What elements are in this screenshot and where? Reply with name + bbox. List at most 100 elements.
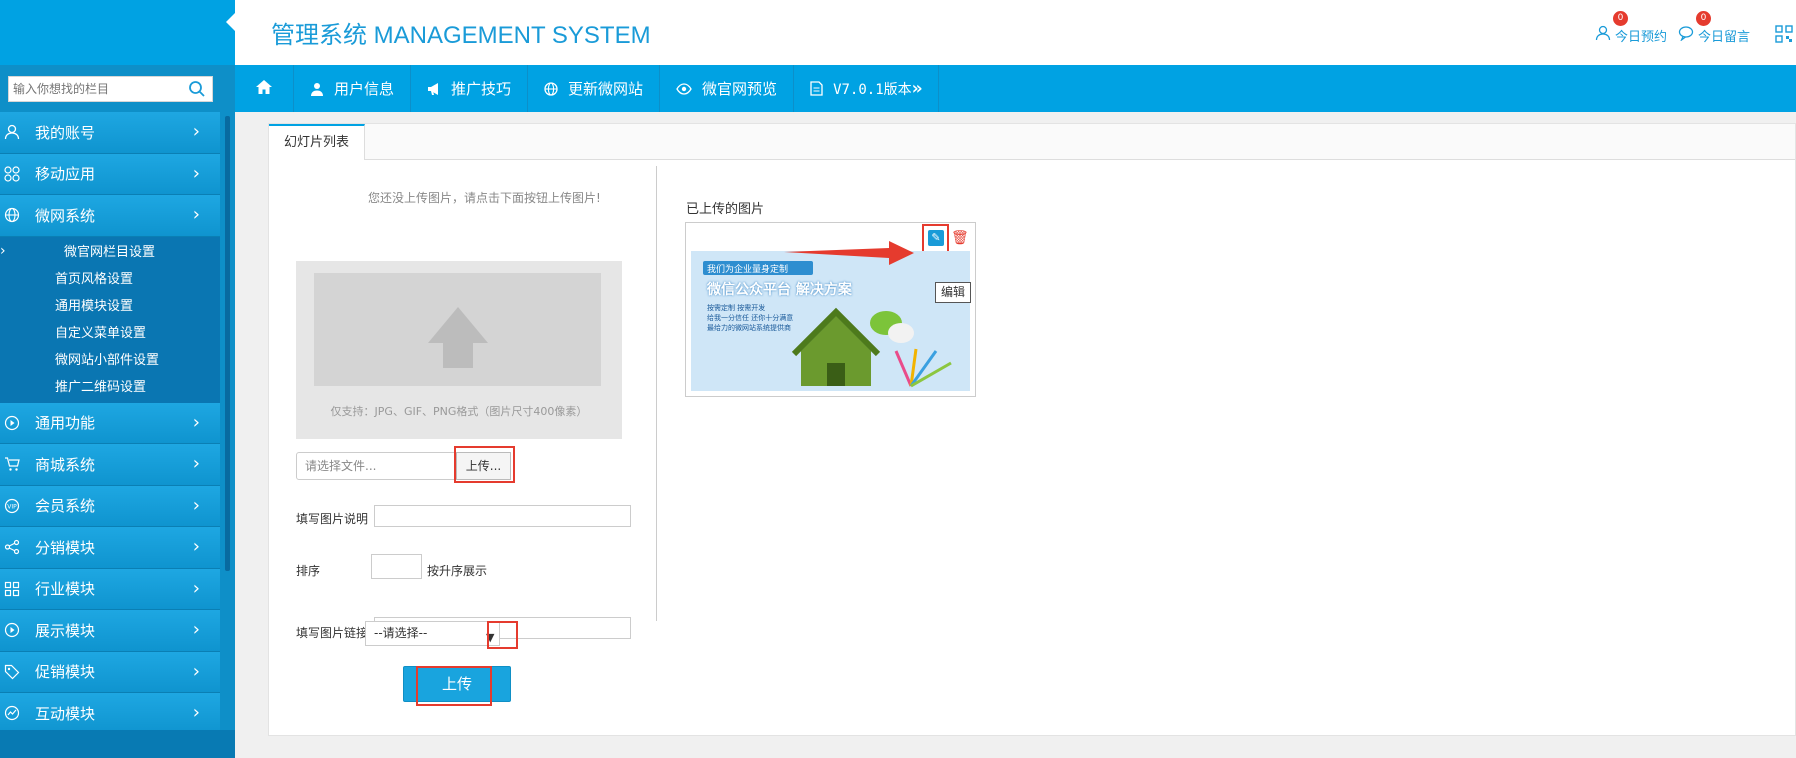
sidebar-item-label: 互动模块: [35, 704, 96, 723]
highlight-box: [416, 666, 492, 706]
cart-icon: [2, 454, 22, 474]
nav-home[interactable]: [235, 65, 294, 112]
upload-arrow-icon: [428, 307, 488, 343]
edit-tooltip: 编辑: [935, 282, 972, 303]
highlight-box: [487, 621, 518, 649]
uploaded-images-label: 已上传的图片: [686, 202, 765, 217]
top-navbar: 用户信息 推广技巧 更新微网站 微官网预览 V7.0.1版本 »: [235, 65, 1796, 112]
nav-site-preview[interactable]: 微官网预览: [660, 65, 795, 112]
page-title: 管理系统 MANAGEMENT SYSTEM: [271, 22, 651, 49]
link-label: 今日留言: [1698, 29, 1751, 45]
tab-slide-list[interactable]: 幻灯片列表: [269, 124, 366, 160]
search-icon[interactable]: [188, 80, 206, 98]
nav-promotion-tips[interactable]: 推广技巧: [411, 65, 529, 112]
sidebar-item-label: 展示模块: [35, 621, 96, 640]
chevron-right-icon: ›: [192, 494, 200, 516]
nav-version[interactable]: V7.0.1版本 »: [794, 65, 940, 112]
link-label: 今日预约: [1615, 29, 1668, 45]
sidebar: 我的账号 › 移动应用 › 微网系统 › 微官网栏目设置 首页风格设置 通用模块…: [0, 0, 236, 758]
desc-input[interactable]: [374, 505, 631, 527]
sidebar-item-industry[interactable]: 行业模块 ›: [0, 568, 220, 610]
search-box[interactable]: [8, 76, 213, 102]
sidebar-item-label: 移动应用: [35, 165, 96, 184]
sidebar-item-distribution[interactable]: 分销模块 ›: [0, 527, 220, 569]
sidebar-item-label: 商城系统: [35, 455, 96, 474]
user-icon: [2, 122, 22, 142]
chevron-right-icon: ›: [192, 536, 200, 557]
trash-icon[interactable]: 🗑: [951, 231, 969, 246]
sidebar-item-account[interactable]: 我的账号 ›: [0, 112, 220, 154]
nav-update-site[interactable]: 更新微网站: [528, 65, 661, 112]
upload-arrow-stem: [443, 343, 473, 368]
sidebar-item-common[interactable]: 通用功能 ›: [0, 402, 220, 444]
nav-label: 微官网预览: [702, 80, 778, 98]
qrcode-icon[interactable]: [1775, 25, 1793, 43]
sub-item-qrcode[interactable]: 推广二维码设置: [0, 374, 220, 401]
nav-label: 用户信息: [334, 80, 395, 98]
highlight-box: [454, 446, 515, 483]
chevron-right-icon: ›: [192, 619, 200, 640]
user-icon: [310, 82, 324, 96]
today-appointments-link[interactable]: 0 今日预约: [1595, 11, 1668, 45]
sidebar-item-interaction[interactable]: 互动模块 ›: [0, 693, 220, 735]
user-icon: 0: [1595, 11, 1628, 45]
sidebar-item-label: 行业模块: [35, 580, 96, 599]
thumb-line5: 最给力的微网站系统提供商: [707, 324, 791, 332]
annotation-arrow: [784, 241, 914, 265]
chart-icon: [2, 703, 22, 723]
chevron-right-icon: ›: [192, 411, 200, 433]
sidebar-item-member[interactable]: VIP 会员系统 ›: [0, 485, 220, 527]
home-icon: [255, 79, 273, 99]
sub-item-module-settings[interactable]: 通用模块设置: [0, 293, 220, 320]
sidebar-item-promotion[interactable]: 促销模块 ›: [0, 651, 220, 693]
grid-icon: [2, 579, 22, 599]
chevron-right-icon: ›: [192, 162, 200, 184]
sort-hint: 按升序展示: [427, 564, 488, 578]
tag-icon: [2, 662, 22, 682]
today-messages-link[interactable]: 0 今日留言: [1678, 11, 1751, 45]
chevron-right-icon: ›: [192, 204, 200, 225]
select-value: --请选择--: [374, 626, 428, 640]
thumb-line2: 微信公众平台 解决方案: [707, 282, 852, 298]
sidebar-scrollbar[interactable]: [225, 116, 230, 571]
sidebar-item-label: 促销模块: [35, 663, 96, 682]
nav-user-info[interactable]: 用户信息: [294, 65, 412, 112]
header: 管理系统 MANAGEMENT SYSTEM 0 今日预约 0 今日留言: [235, 0, 1796, 65]
search-input[interactable]: [9, 77, 184, 101]
sub-item-column-settings[interactable]: 微官网栏目设置: [0, 238, 220, 266]
chevron-right-icon: ›: [192, 702, 200, 723]
sidebar-item-shop[interactable]: 商城系统 ›: [0, 444, 220, 486]
desc-label: 填写图片说明: [296, 512, 369, 526]
chevron-right-icon: ›: [192, 453, 200, 474]
sub-item-custom-menu[interactable]: 自定义菜单设置: [0, 320, 220, 347]
megaphone-icon: [427, 82, 441, 96]
sub-menu: 微官网栏目设置 首页风格设置 通用模块设置 自定义菜单设置 微网站小部件设置 推…: [0, 236, 220, 403]
nav-label: V7.0.1版本: [833, 81, 912, 98]
nav-label: 推广技巧: [451, 80, 512, 98]
sidebar-item-mobile-apps[interactable]: 移动应用 ›: [0, 153, 220, 195]
logo-area: [0, 0, 236, 65]
highlight-box: [922, 224, 949, 253]
sub-item-home-style[interactable]: 首页风格设置: [0, 266, 220, 293]
sort-input[interactable]: [371, 554, 422, 579]
globe-icon: [2, 205, 22, 225]
vip-icon: VIP: [2, 496, 22, 516]
thumb-line4: 给我一分信任 还你十分满意: [707, 314, 794, 322]
svg-text:VIP: VIP: [7, 503, 17, 510]
link-label: 填写图片链接: [296, 626, 369, 640]
count-badge: 0: [1613, 11, 1628, 26]
play-icon: [2, 413, 22, 433]
sidebar-item-micro-site[interactable]: 微网系统 ›: [0, 195, 220, 237]
sidebar-menu: 我的账号 › 移动应用 › 微网系统 › 微官网栏目设置 首页风格设置 通用模块…: [0, 112, 220, 735]
image-dropzone[interactable]: 仅支持：JPG、GIF、PNG格式（图片尺寸400像素）: [296, 261, 622, 439]
chat-icon: 0: [1678, 11, 1711, 45]
sidebar-item-label: 会员系统: [35, 497, 96, 516]
slide-thumbnail: 我们为企业量身定制 微信公众平台 解决方案 按需定制 按需开发 给我一分信任 还…: [691, 251, 970, 391]
play-icon: [2, 620, 22, 640]
sidebar-item-display[interactable]: 展示模块 ›: [0, 610, 220, 652]
link-target-select[interactable]: --请选择-- ▼: [365, 621, 500, 646]
sidebar-item-label: 我的账号: [35, 123, 96, 142]
file-path-field[interactable]: 请选择文件...: [296, 452, 456, 480]
sub-item-widgets[interactable]: 微网站小部件设置: [0, 347, 220, 374]
panel-divider: [656, 166, 657, 621]
